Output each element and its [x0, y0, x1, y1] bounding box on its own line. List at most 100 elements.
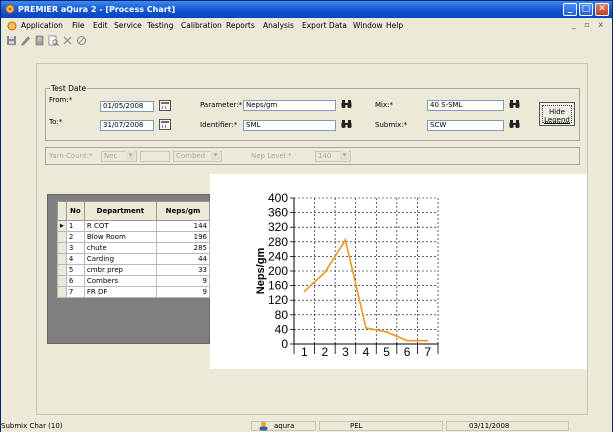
- status-date-panel: 03/11/2008: [446, 421, 569, 431]
- combed-combo[interactable]: Combed: [173, 151, 222, 162]
- menu-window[interactable]: Window: [353, 21, 383, 30]
- y-tick-label: 240: [268, 249, 288, 263]
- delete-icon[interactable]: [34, 35, 45, 46]
- row-no-cell[interactable]: 3: [65, 242, 85, 254]
- toolbar: [1, 34, 612, 48]
- row-department-cell[interactable]: Combers: [83, 275, 157, 287]
- x-tick-label: 3: [342, 345, 349, 359]
- y-tick-label: 200: [268, 264, 288, 278]
- mix-search-icon[interactable]: [509, 100, 520, 112]
- identifier-search-icon[interactable]: [341, 120, 352, 132]
- column-header-no[interactable]: No: [65, 201, 85, 221]
- mix-label: Mix:*: [375, 101, 393, 109]
- parameter-label: Parameter:*: [200, 101, 243, 109]
- menu-calibration[interactable]: Calibration: [181, 21, 222, 30]
- menu-reports[interactable]: Reports: [226, 21, 255, 30]
- close-button[interactable]: ✕: [595, 3, 609, 16]
- y-tick-label: 80: [275, 308, 289, 322]
- row-department-cell[interactable]: R COT: [83, 220, 157, 232]
- submix-field[interactable]: SCW: [427, 120, 504, 131]
- yarn-count-value-field[interactable]: [140, 151, 170, 162]
- mix-field[interactable]: 40 S-SML: [427, 100, 504, 111]
- row-no-cell[interactable]: 1: [65, 220, 85, 232]
- yarn-count-combo[interactable]: Nec: [101, 151, 137, 162]
- menu-application[interactable]: Application: [21, 21, 63, 30]
- document-icon[interactable]: [7, 21, 17, 31]
- row-neps-cell[interactable]: 9: [155, 275, 211, 287]
- data-point: [406, 339, 408, 342]
- grid-body: ▶ 1 R COT 144 2 Blow Room 196 3 chute 285 4 Carding…: [57, 220, 211, 298]
- row-department-cell[interactable]: cmbr prep: [83, 264, 157, 276]
- cancel-x-icon[interactable]: [62, 35, 73, 46]
- row-indicator[interactable]: [57, 286, 67, 298]
- row-indicator[interactable]: [57, 275, 67, 287]
- process-line-chart: 04080120160200240280320360400 1 2 3 4 5 6 7 Neps…: [255, 191, 439, 359]
- row-neps-cell[interactable]: 9: [155, 286, 211, 298]
- y-tick-label: 120: [268, 293, 288, 307]
- row-department-cell[interactable]: chute: [83, 242, 157, 254]
- minimize-button[interactable]: _: [563, 3, 577, 16]
- row-no-cell[interactable]: 2: [65, 231, 85, 243]
- status-company: PEL: [350, 422, 363, 430]
- table-row[interactable]: 7 FR DF 9: [57, 286, 211, 298]
- edit-icon[interactable]: [20, 35, 31, 46]
- hide-legend-button[interactable]: Hide Legend: [539, 102, 575, 126]
- column-header-neps[interactable]: Neps/gm: [155, 201, 211, 221]
- row-no-cell[interactable]: 7: [65, 286, 85, 298]
- y-tick-label: 360: [268, 206, 288, 220]
- row-no-cell[interactable]: 6: [65, 275, 85, 287]
- status-bar: Submix Char (10) aqura PEL 03/11/2008: [1, 420, 612, 432]
- column-header-department[interactable]: Department: [83, 201, 157, 221]
- data-point: [324, 271, 326, 274]
- from-date-field[interactable]: 01/05/2008: [100, 101, 154, 112]
- parameter-field[interactable]: Neps/gm: [243, 100, 336, 111]
- row-department-cell[interactable]: Carding: [83, 253, 157, 265]
- menu-file[interactable]: File: [72, 21, 85, 30]
- row-indicator[interactable]: [57, 264, 67, 276]
- to-date-field[interactable]: 31/07/2008: [100, 120, 154, 131]
- row-department-cell[interactable]: FR DF: [83, 286, 157, 298]
- row-indicator[interactable]: ▶: [57, 220, 67, 232]
- print-preview-icon[interactable]: [48, 35, 59, 46]
- table-row[interactable]: 2 Blow Room 196: [57, 231, 211, 243]
- y-tick-label: 0: [281, 337, 288, 351]
- row-indicator-header: [57, 201, 67, 221]
- menu-testing[interactable]: Testing: [147, 21, 173, 30]
- title-bar[interactable]: PREMIER aQura 2 - [Process Chart] _ □ ✕: [1, 1, 612, 18]
- row-neps-cell[interactable]: 144: [155, 220, 211, 232]
- row-neps-cell[interactable]: 44: [155, 253, 211, 265]
- row-no-cell[interactable]: 4: [65, 253, 85, 265]
- menu-help[interactable]: Help: [386, 21, 403, 30]
- to-calendar-icon[interactable]: [159, 119, 171, 130]
- table-row[interactable]: 4 Carding 44: [57, 253, 211, 265]
- row-neps-cell[interactable]: 196: [155, 231, 211, 243]
- menu-service[interactable]: Service: [114, 21, 142, 30]
- row-no-cell[interactable]: 5: [65, 264, 85, 276]
- row-indicator[interactable]: [57, 231, 67, 243]
- filter-group: Test Date From:* 01/05/2008 To:* 31/07/2…: [45, 84, 580, 141]
- stop-icon[interactable]: [76, 35, 87, 46]
- identifier-field[interactable]: SML: [243, 120, 336, 131]
- table-row[interactable]: 5 cmbr prep 33: [57, 264, 211, 276]
- menu-bar: Application File Edit Service Testing Ca…: [1, 18, 612, 34]
- table-row[interactable]: ▶ 1 R COT 144: [57, 220, 211, 232]
- parameter-search-icon[interactable]: [341, 100, 352, 112]
- menu-export-data[interactable]: Export Data: [302, 21, 347, 30]
- submix-search-icon[interactable]: [509, 120, 520, 132]
- status-user: aqura: [274, 422, 295, 430]
- child-window-controls[interactable]: _ ▫ x: [572, 20, 606, 29]
- maximize-button[interactable]: □: [579, 3, 593, 16]
- from-calendar-icon[interactable]: [159, 100, 171, 111]
- table-row[interactable]: 6 Combers 9: [57, 275, 211, 287]
- row-neps-cell[interactable]: 33: [155, 264, 211, 276]
- menu-edit[interactable]: Edit: [93, 21, 108, 30]
- row-department-cell[interactable]: Blow Room: [83, 231, 157, 243]
- row-neps-cell[interactable]: 285: [155, 242, 211, 254]
- row-indicator[interactable]: [57, 242, 67, 254]
- save-icon[interactable]: [6, 35, 17, 46]
- menu-analysis[interactable]: Analysis: [263, 21, 294, 30]
- table-row[interactable]: 3 chute 285: [57, 242, 211, 254]
- row-indicator[interactable]: [57, 253, 67, 265]
- yarn-count-label: Yarn Count:*: [49, 152, 93, 160]
- nep-level-combo[interactable]: 140: [315, 151, 351, 162]
